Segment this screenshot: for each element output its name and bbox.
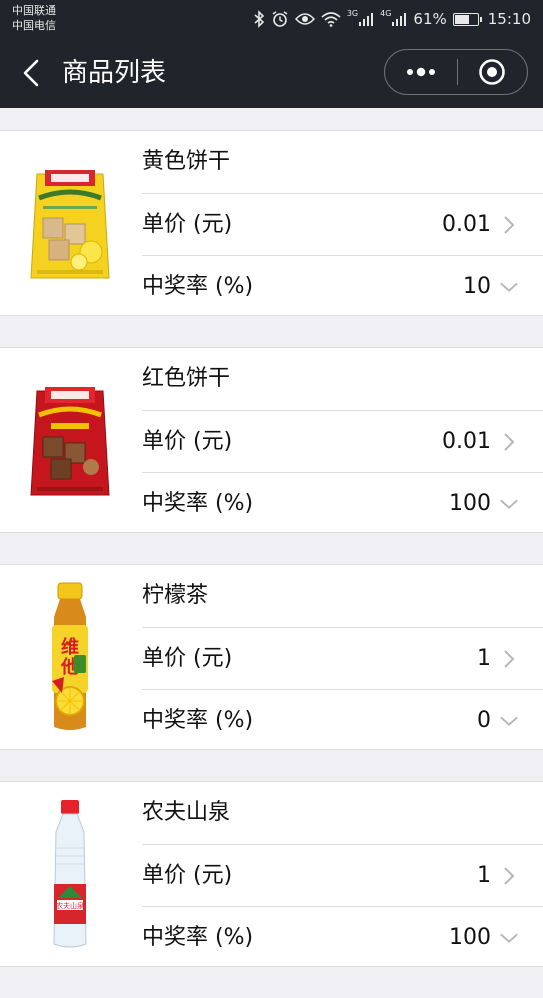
network-2-label: 4G (380, 8, 392, 18)
battery-percent: 61% (413, 10, 447, 28)
signal-1-icon: 3G (346, 8, 374, 26)
close-miniprogram-button[interactable] (458, 50, 528, 94)
page-title: 商品列表 (62, 58, 167, 88)
price-label: 单价 (元) (142, 646, 233, 671)
product-image (20, 362, 120, 520)
product-name-row: 农夫山泉 (142, 782, 543, 844)
product-name-row: 黄色饼干 (142, 131, 543, 193)
product-image: 维 他 (20, 579, 120, 737)
bluetooth-icon (253, 10, 265, 28)
win-rate-row[interactable]: 中奖率 (%) 10 (142, 255, 543, 317)
win-rate-row[interactable]: 中奖率 (%) 100 (142, 472, 543, 534)
chevron-down-icon (499, 277, 519, 297)
nav-bar: 商品列表 (0, 38, 543, 108)
win-rate-row[interactable]: 中奖率 (%) 100 (142, 906, 543, 968)
price-label: 单价 (元) (142, 429, 233, 454)
product-name-row: 红色饼干 (142, 348, 543, 410)
chevron-right-icon (499, 866, 519, 886)
product-image: 农夫山泉 (20, 796, 120, 954)
alarm-icon (271, 10, 289, 28)
win-rate-label: 中奖率 (%) (142, 925, 254, 950)
back-button[interactable] (16, 56, 46, 90)
more-button[interactable] (385, 50, 457, 94)
product-name: 黄色饼干 (142, 149, 231, 174)
product-name: 柠檬茶 (142, 583, 209, 608)
battery-icon (452, 12, 482, 26)
price-row[interactable]: 单价 (元) 1 (142, 844, 543, 906)
carrier-2: 中国电信 (12, 19, 56, 32)
win-rate-row[interactable]: 中奖率 (%) 0 (142, 689, 543, 751)
chevron-right-icon (499, 432, 519, 452)
water-bottle-image: 农夫山泉 (53, 800, 87, 948)
miniprogram-capsule (384, 49, 528, 95)
carrier-info: 中国联通 中国电信 (12, 3, 56, 33)
eye-icon (294, 12, 315, 26)
clock-time: 15:10 (487, 10, 531, 28)
price-value: 1 (477, 646, 491, 671)
chevron-down-icon (499, 928, 519, 948)
price-row[interactable]: 单价 (元) 1 (142, 627, 543, 689)
red-biscuit-package-image (30, 387, 110, 496)
win-rate-value: 100 (449, 925, 491, 950)
price-value: 0.01 (442, 212, 491, 237)
wifi-icon (321, 11, 341, 27)
win-rate-value: 10 (463, 274, 491, 299)
chevron-down-icon (499, 711, 519, 731)
chevron-right-icon (499, 215, 519, 235)
price-row[interactable]: 单价 (元) 0.01 (142, 410, 543, 472)
chevron-down-icon (499, 494, 519, 514)
price-value: 0.01 (442, 429, 491, 454)
product-card: 农夫山泉 农夫山泉 单价 (元) 1 中奖率 (%) 100 (0, 781, 543, 967)
price-value: 1 (477, 863, 491, 888)
win-rate-value: 0 (477, 708, 491, 733)
product-list: 黄色饼干 单价 (元) 0.01 中奖率 (%) 10 红色饼干 单价 (元) … (0, 130, 543, 998)
more-dots-icon (406, 67, 435, 77)
status-icons: 3G 4G 61% 15:10 (253, 8, 531, 30)
price-label: 单价 (元) (142, 212, 233, 237)
target-close-icon (479, 59, 506, 85)
product-card: 维 他 柠檬茶 单价 (元) 1 中奖率 (%) 0 (0, 564, 543, 750)
signal-2-icon: 4G (380, 8, 407, 26)
chevron-left-icon (23, 59, 39, 87)
svg-text:农夫山泉: 农夫山泉 (56, 901, 84, 910)
lemon-tea-bottle-image: 维 他 (52, 582, 88, 730)
yellow-biscuit-package-image (30, 170, 110, 279)
win-rate-label: 中奖率 (%) (142, 708, 254, 733)
product-card: 黄色饼干 单价 (元) 0.01 中奖率 (%) 10 (0, 130, 543, 316)
win-rate-label: 中奖率 (%) (142, 274, 254, 299)
status-bar: 中国联通 中国电信 3G 4G 61% 15:10 (0, 0, 543, 38)
chevron-right-icon (499, 649, 519, 669)
product-name: 农夫山泉 (142, 800, 231, 825)
product-image (20, 145, 120, 303)
price-row[interactable]: 单价 (元) 0.01 (142, 193, 543, 255)
product-name: 红色饼干 (142, 366, 231, 391)
product-card: 红色饼干 单价 (元) 0.01 中奖率 (%) 100 (0, 347, 543, 533)
win-rate-label: 中奖率 (%) (142, 491, 254, 516)
win-rate-value: 100 (449, 491, 491, 516)
product-name-row: 柠檬茶 (142, 565, 543, 627)
network-1-label: 3G (346, 8, 359, 18)
svg-text:维: 维 (61, 636, 79, 658)
carrier-1: 中国联通 (12, 4, 56, 17)
price-label: 单价 (元) (142, 863, 233, 888)
